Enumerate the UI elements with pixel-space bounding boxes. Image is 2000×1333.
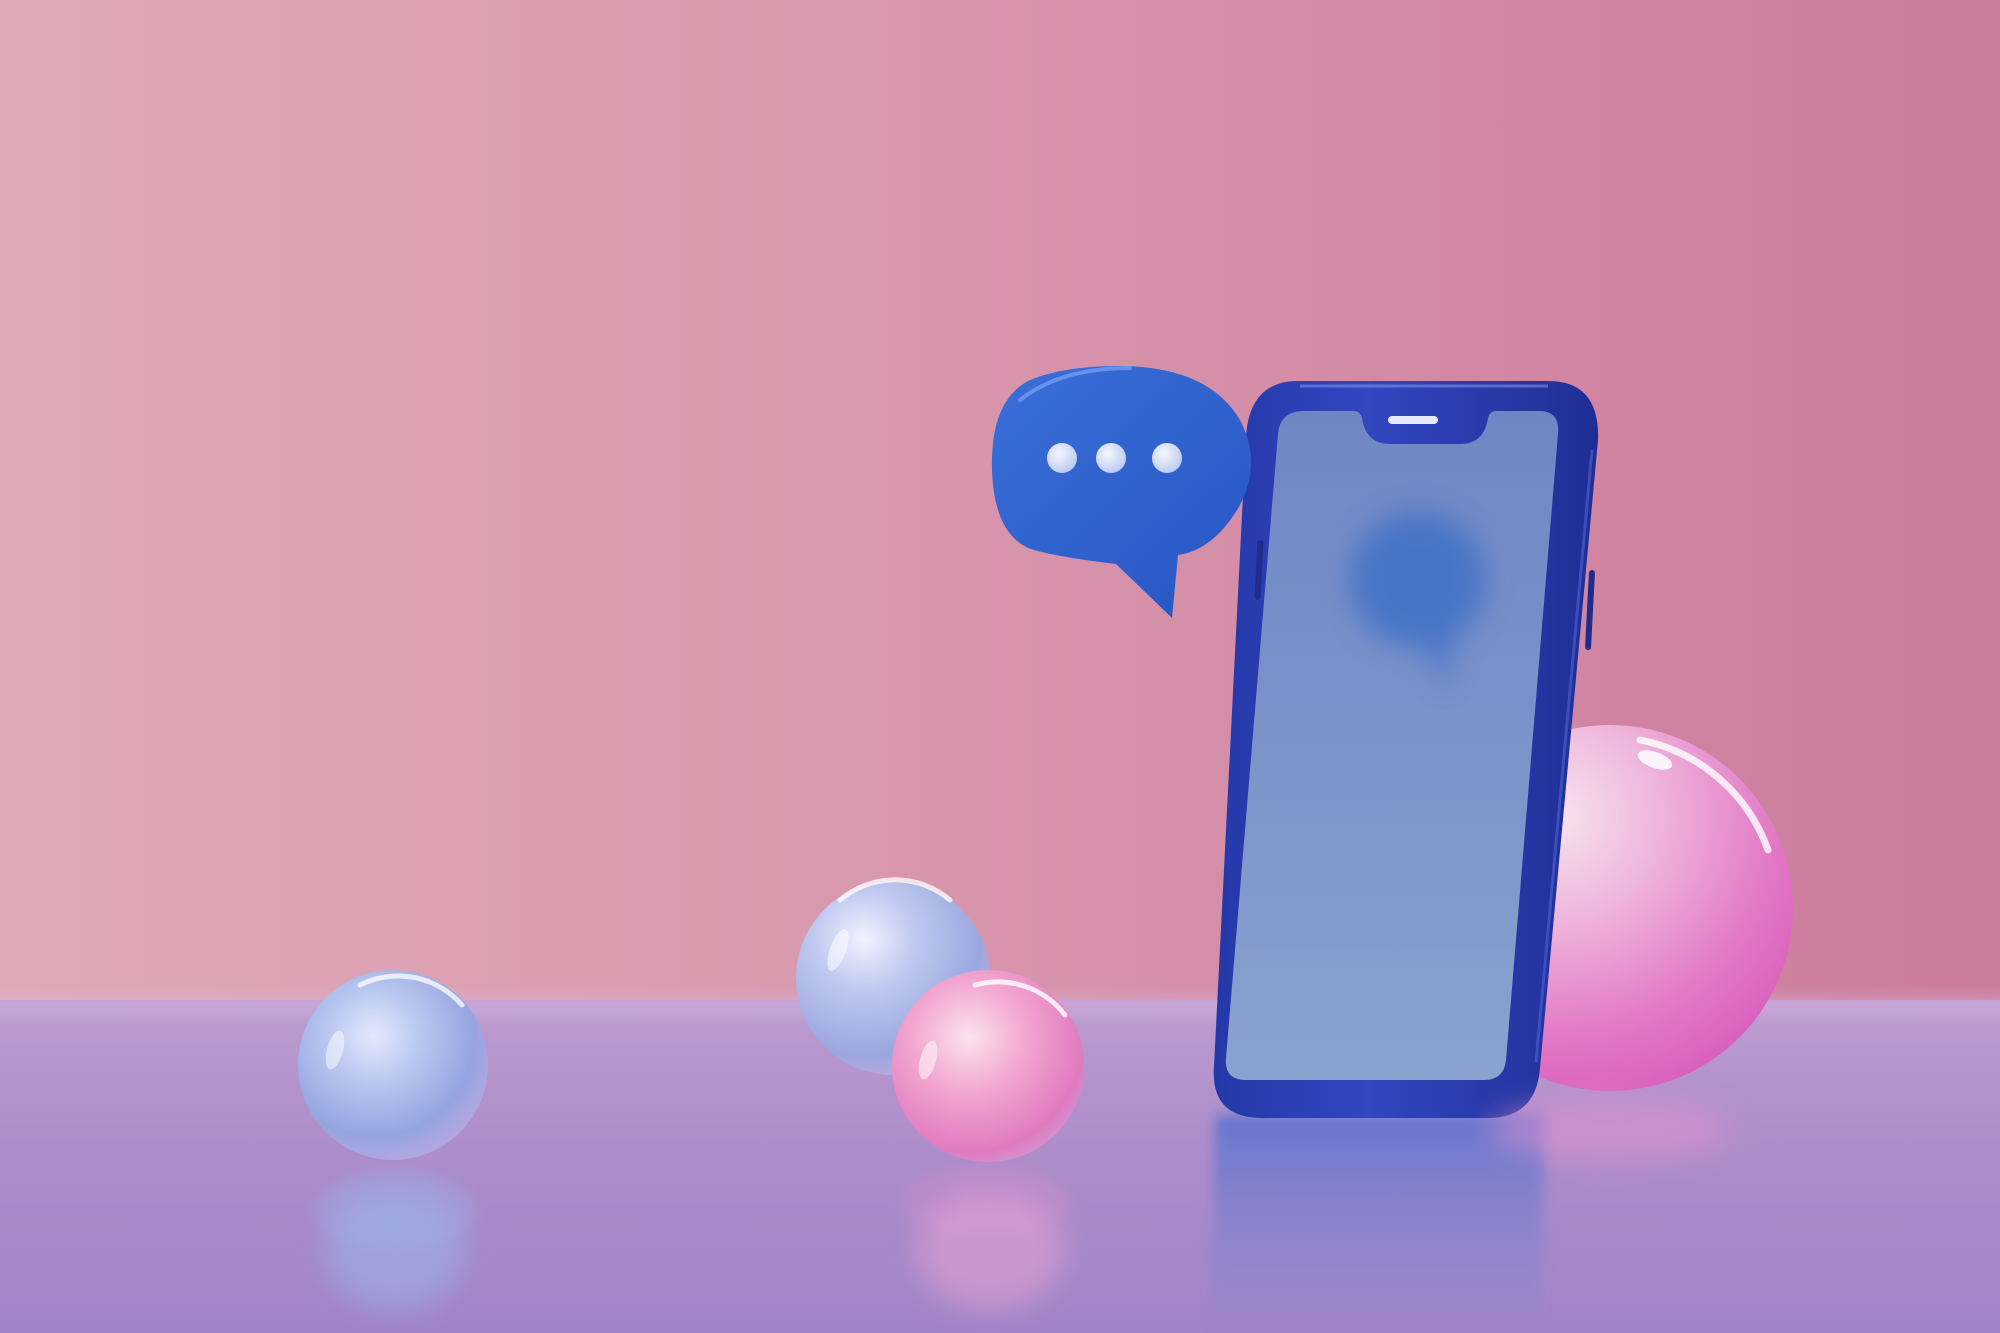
typing-dot-3 (1152, 443, 1182, 473)
chat-bubble-typing-icon (991, 366, 1251, 618)
typing-dot-1 (1047, 443, 1077, 473)
phone-screen (1225, 411, 1559, 1080)
smartphone (1213, 381, 1599, 1118)
phone-reflection (1210, 1115, 1545, 1333)
phone-speaker (1388, 416, 1438, 424)
typing-dot-2 (1096, 443, 1126, 473)
scene-illustration (298, 366, 1793, 1333)
scene-background (0, 0, 2000, 1333)
